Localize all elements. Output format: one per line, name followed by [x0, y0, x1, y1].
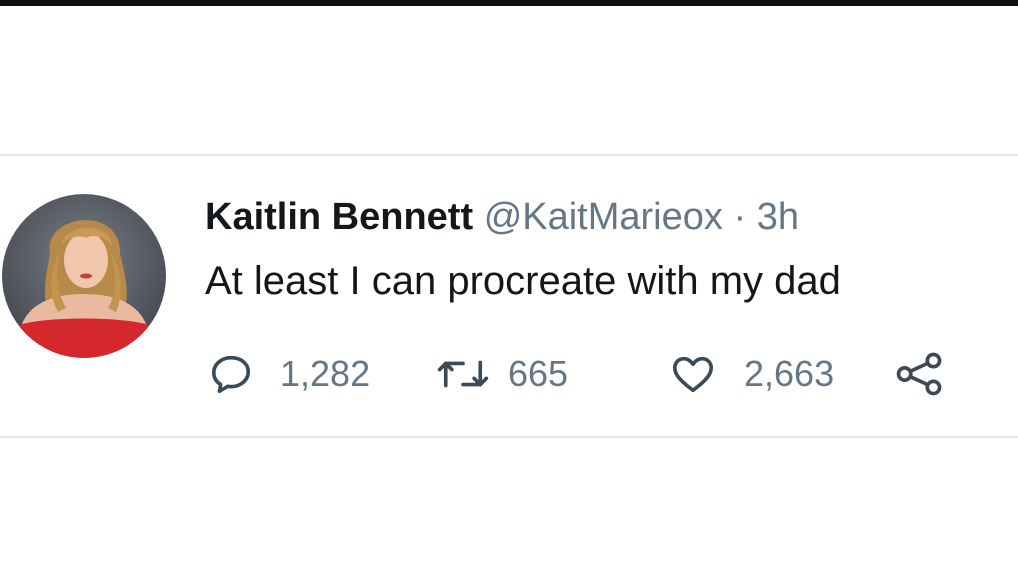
- reply-icon: [211, 355, 251, 394]
- like-count: 2,663: [744, 353, 835, 394]
- reply-button[interactable]: 1,282: [208, 349, 370, 399]
- like-button[interactable]: 2,663: [670, 349, 834, 399]
- author-handle[interactable]: @KaitMarieox: [484, 196, 723, 238]
- divider-bottom: [0, 436, 1018, 438]
- tweet-text: At least I can procreate with my dad: [205, 259, 841, 303]
- tweet-actions: 1,282 665 2,663: [208, 349, 968, 399]
- share-icon: [896, 352, 942, 396]
- tweet-header: Kaitlin Bennett @KaitMarieox · 3h: [205, 194, 799, 240]
- tweet-timestamp[interactable]: 3h: [757, 196, 799, 238]
- share-button[interactable]: [895, 349, 945, 399]
- separator-dot: ·: [733, 196, 747, 238]
- avatar-image: [2, 194, 166, 358]
- author-name[interactable]: Kaitlin Bennett: [205, 196, 473, 238]
- avatar[interactable]: [2, 194, 166, 358]
- retweet-button[interactable]: 665: [436, 349, 568, 399]
- heart-icon: [672, 356, 714, 393]
- retweet-count: 665: [508, 353, 569, 394]
- retweet-icon: [437, 360, 489, 388]
- reply-count: 1,282: [280, 353, 371, 394]
- top-border: [0, 0, 1018, 6]
- tweet-card[interactable]: Kaitlin Bennett @KaitMarieox · 3h At lea…: [0, 156, 1018, 436]
